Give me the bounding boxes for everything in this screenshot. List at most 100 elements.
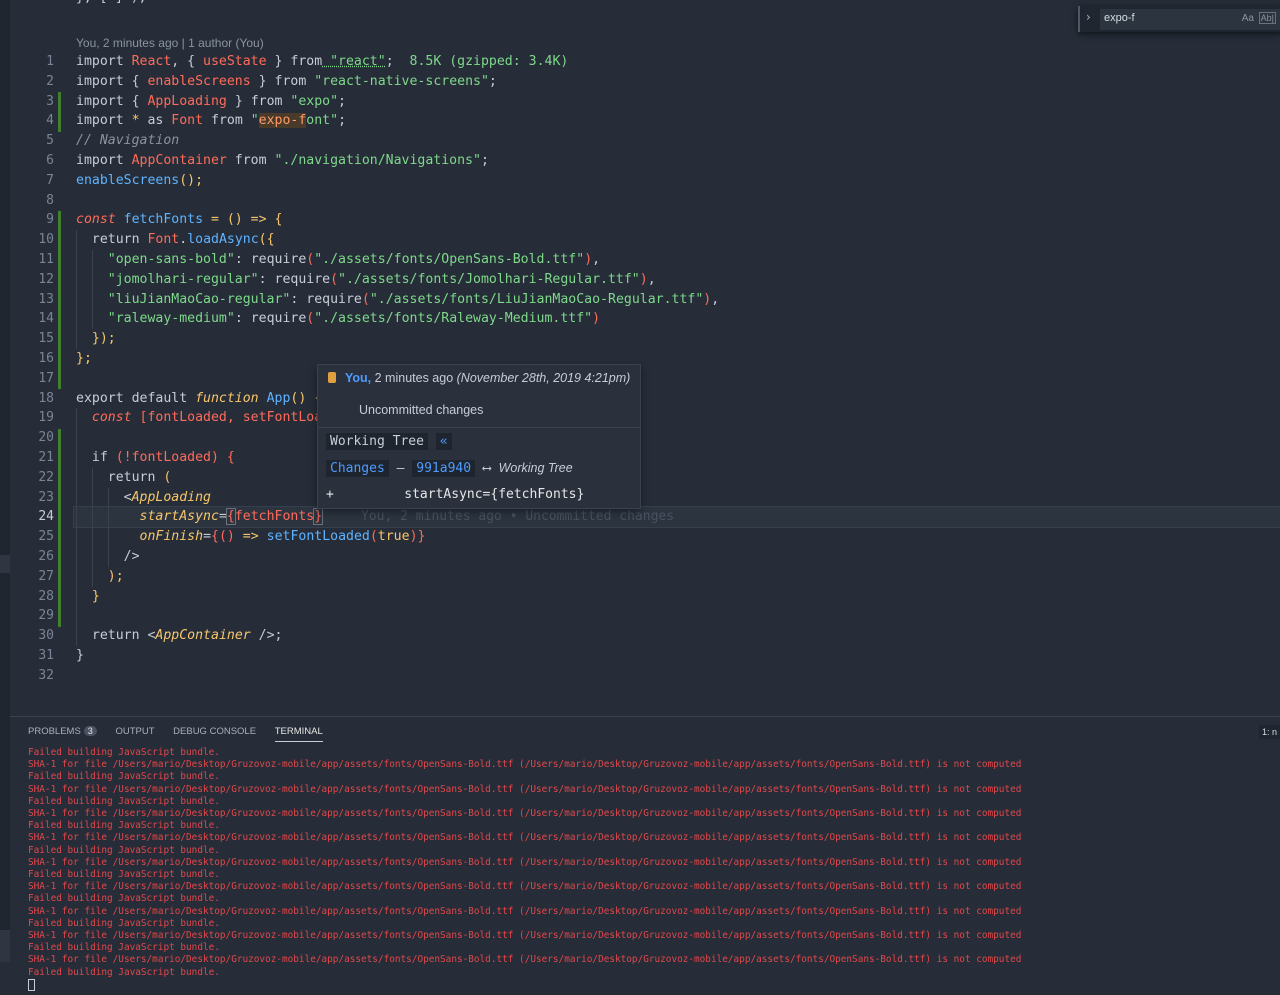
diff-text: startAsync={fetchFonts} — [404, 487, 585, 502]
token: import — [76, 73, 124, 89]
working-tree-label[interactable]: Working Tree — [326, 433, 428, 450]
token: ); — [107, 568, 124, 584]
change-marker[interactable] — [58, 92, 61, 132]
code-line-7: enableScreens(); — [76, 171, 1280, 191]
line-number[interactable]: 18 — [10, 389, 54, 409]
line-number[interactable]: 12 — [10, 270, 54, 290]
token: useState — [203, 54, 267, 69]
terminal-line: Failed building JavaScript bundle. — [28, 966, 220, 978]
codelens-blame[interactable]: You, 2 minutes ago | 1 author (You) — [76, 36, 264, 50]
commit-sha-link[interactable]: 991a940 — [412, 460, 476, 477]
line-number[interactable]: 32 — [10, 666, 54, 686]
line-number[interactable]: 16 — [10, 349, 54, 369]
indent-guide — [76, 487, 77, 508]
tab-terminal[interactable]: TERMINAL — [274, 726, 323, 742]
token: "./assets/fonts/Raleway-Medium.ttf" — [314, 311, 593, 327]
code-line-11: "open-sans-bold": require("./assets/font… — [76, 249, 1280, 270]
match-word-toggle[interactable]: Ab| — [1258, 12, 1276, 24]
line-number[interactable]: 6 — [10, 151, 54, 171]
indent-guide — [92, 566, 93, 587]
tab-problems[interactable]: PROBLEMS 3 — [28, 726, 97, 741]
author[interactable]: You, — [345, 371, 371, 385]
code-editor[interactable]: }, [ ] ); You, 2 minutes ago | 1 author … — [10, 0, 1280, 716]
terminal-output[interactable]: Failed building JavaScript bundle. SHA-1 … — [28, 747, 1021, 995]
terminal-select[interactable]: 1: n — [1258, 725, 1280, 739]
chevron-right-icon[interactable]: › — [1086, 10, 1091, 24]
line-number[interactable]: 25 — [10, 527, 54, 547]
token: /> — [123, 548, 140, 564]
change-marker[interactable] — [58, 429, 61, 627]
line-number[interactable]: 9 — [10, 210, 54, 230]
terminal-line: SHA-1 for file /Users/mario/Desktop/Gruz… — [28, 954, 1022, 966]
line-number[interactable]: 8 — [10, 191, 54, 211]
indent-guide — [76, 309, 77, 330]
line-number[interactable]: 13 — [10, 290, 54, 310]
tab-output[interactable]: OUTPUT — [115, 726, 154, 741]
indent-guide — [76, 269, 77, 290]
commit-message: Uncommitted changes — [359, 403, 484, 417]
code-line-21: if (!fontLoaded) { — [76, 447, 1280, 468]
line-number[interactable]: 29 — [10, 606, 54, 626]
changes-link[interactable]: Changes — [326, 460, 389, 477]
token: return — [107, 469, 156, 485]
activity-bar — [0, 0, 10, 962]
token: * — [123, 113, 148, 129]
token: ({ — [258, 232, 275, 248]
inline-blame[interactable]: You, 2 minutes ago • Uncommitted changes — [361, 507, 674, 527]
line-number[interactable]: 17 — [10, 369, 54, 389]
token: , — [647, 271, 656, 287]
line-number[interactable]: 28 — [10, 587, 54, 607]
line-number[interactable]: 1 — [10, 52, 54, 72]
indent-guide — [92, 546, 93, 567]
indent-guide — [76, 447, 77, 468]
token: "expo" — [282, 93, 339, 109]
line-number[interactable]: 3 — [10, 92, 54, 112]
indent-guide — [76, 329, 77, 349]
line-number[interactable]: 21 — [10, 448, 54, 468]
token: "react" — [322, 54, 386, 69]
token: from — [234, 152, 267, 168]
text-cursor — [322, 508, 324, 525]
line-number[interactable]: 14 — [10, 309, 54, 329]
token: : — [290, 291, 307, 307]
code-line-14: "raleway-medium": require("./assets/font… — [76, 309, 1280, 330]
indent-guide — [92, 507, 93, 528]
token: ont" — [306, 113, 339, 129]
token: return — [91, 232, 140, 248]
line-number[interactable]: 4 — [10, 111, 54, 131]
line-number[interactable]: 20 — [10, 428, 54, 448]
change-marker[interactable] — [58, 211, 61, 389]
code-line-24[interactable]: startAsync={fetchFonts} You, 2 minutes ag… — [73, 506, 1280, 529]
terminal-line: Failed building JavaScript bundle. — [28, 893, 220, 905]
line-number[interactable]: 15 — [10, 329, 54, 349]
tab-debug-console[interactable]: DEBUG CONSOLE — [173, 726, 256, 741]
line-number[interactable]: 24 — [10, 507, 54, 527]
line-number[interactable]: 7 — [10, 171, 54, 191]
token: ; — [338, 113, 347, 129]
code-line-1: import React, { useState } from "react";… — [76, 52, 1280, 72]
token: ; — [338, 93, 346, 109]
token: require — [250, 251, 307, 267]
line-number[interactable]: 19 — [10, 408, 54, 428]
line-number[interactable]: 26 — [10, 547, 54, 567]
terminal-line: Failed building JavaScript bundle. — [28, 820, 220, 832]
token: fetchFonts — [115, 212, 211, 228]
line-number[interactable]: 22 — [10, 468, 54, 488]
find-widget[interactable]: › expo-f Aa Ab| — [1078, 6, 1280, 32]
line-number[interactable]: 5 — [10, 131, 54, 151]
line-number[interactable]: 31 — [10, 646, 54, 666]
code-line-29 — [76, 606, 1280, 627]
match-case-toggle[interactable]: Aa — [1242, 13, 1254, 24]
line-number[interactable]: 2 — [10, 72, 54, 92]
line-number[interactable]: 10 — [10, 230, 54, 250]
token: ) — [584, 251, 593, 267]
token: : — [234, 311, 251, 327]
line-number[interactable]: 30 — [10, 626, 54, 646]
line-number[interactable]: 23 — [10, 488, 54, 508]
terminal-line: SHA-1 for file /Users/mario/Desktop/Gruz… — [28, 881, 1022, 893]
line-number[interactable]: 27 — [10, 567, 54, 587]
back-icon[interactable]: « — [435, 433, 452, 450]
line-number[interactable]: 11 — [10, 250, 54, 270]
token: }); — [91, 331, 116, 347]
